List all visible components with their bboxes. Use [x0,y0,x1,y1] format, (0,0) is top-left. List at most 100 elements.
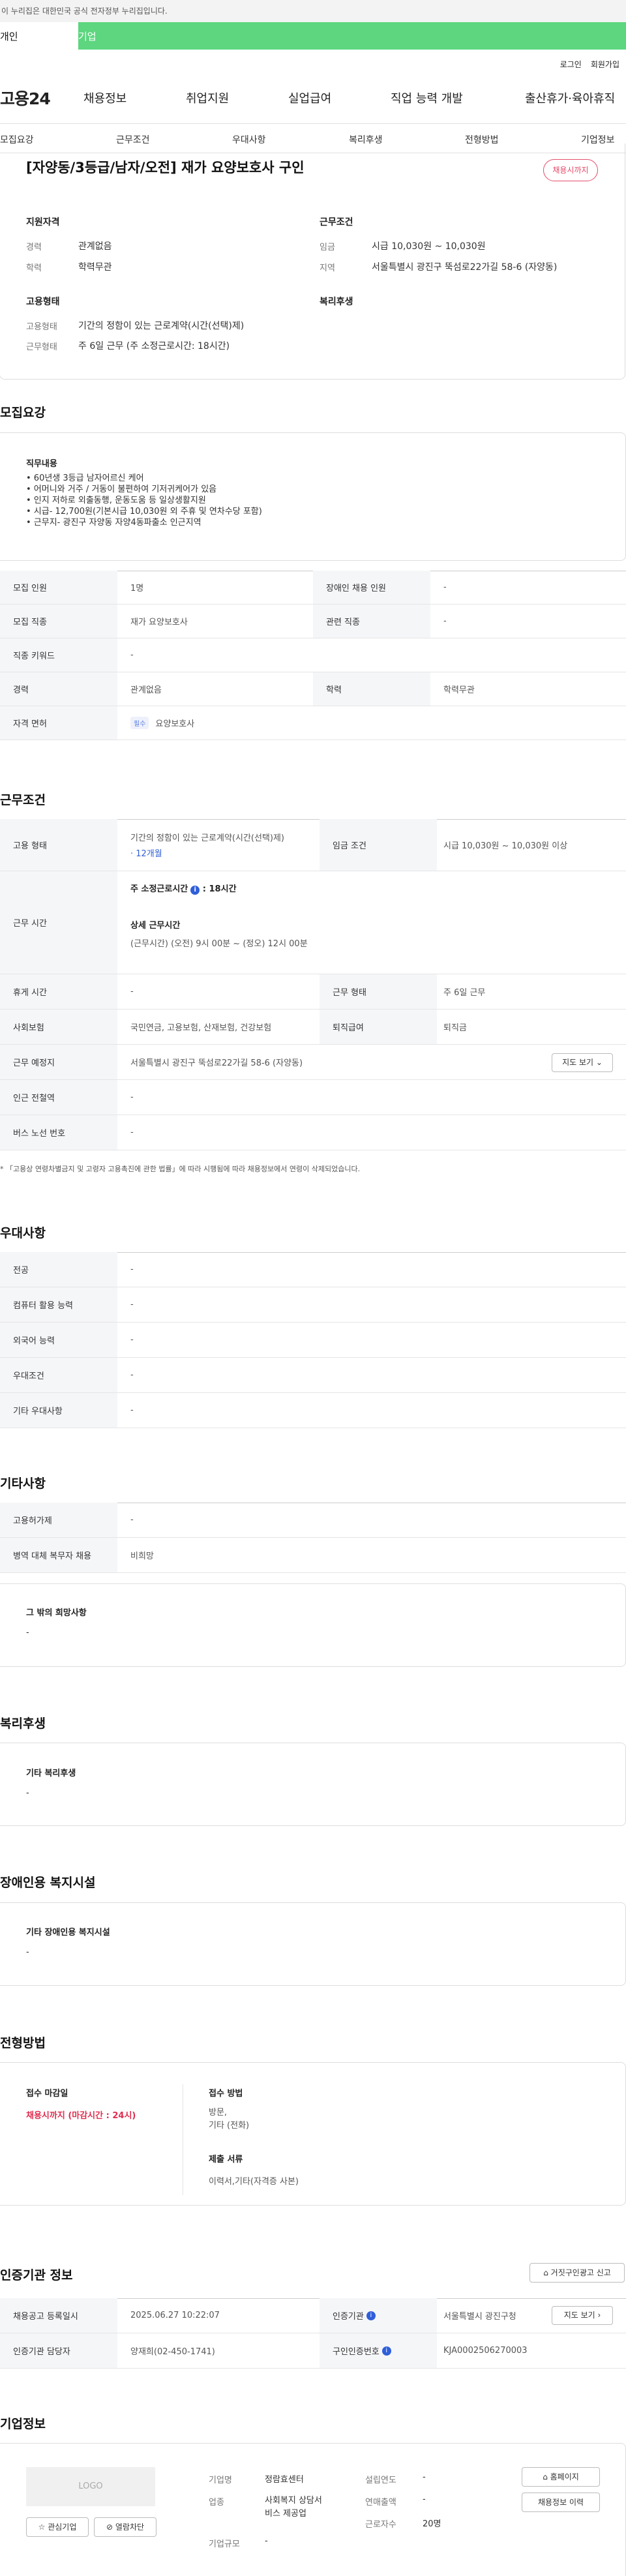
method-list: 방문, 기타 (전화) [209,2106,249,2133]
row-value: 2025.06.27 10:22:07 [130,2311,220,2320]
tab-company-label: 기업 [78,31,97,42]
table-row: 외국어 능력 - [0,1323,626,1358]
disabled-title: 장애인용 복지시설 [0,1876,96,1890]
signup-link[interactable]: 회원가입 [591,59,619,72]
table-row: 전공 - [0,1252,626,1287]
weekly-hours-label: 주 소정근로시간 [130,884,188,894]
founded-value: - [423,2472,426,2482]
method-item: 기타 (전화) [209,2121,250,2131]
map-button[interactable]: 지도 보기 ⌄ [552,1053,613,1072]
favorite-button-label: 관심기업 [48,2523,77,2532]
company-name-label: 기업명 [209,2476,232,2485]
employees-value: 20명 [423,2519,441,2529]
industry-line: 비스 제공업 [265,2509,306,2519]
homepage-button[interactable]: ⌂ 홈페이지 [522,2467,600,2487]
tab-company[interactable]: 기업 [78,22,626,50]
industry-line: 사회복지 상담서 [265,2496,322,2506]
table-row: 근무 예정지 서울특별시 광진구 뚝섬로22가길 58-6 (자양동) 지도 보… [0,1045,626,1080]
gnb-item-jobs[interactable]: 채용정보 [83,89,186,106]
block-button-label: 열람차단 [115,2523,145,2532]
site-logo[interactable]: 고용24 [0,86,83,110]
row-header: 사회보험 [0,1010,117,1044]
table-row: 고용허가제 - [0,1503,626,1538]
row-value: - [130,1405,134,1415]
gnb-item-benefit[interactable]: 실업급여 [288,89,391,106]
welfare-heading: 기타 복리후생 [26,1769,76,1778]
row-value: - [130,1265,134,1274]
area-value: 서울특별시 광진구 뚝섬로22가길 58-6 (자양동) [372,262,558,273]
emptype-label: 고용형태 [26,322,57,332]
work-heading: 근무조건 [320,217,353,228]
report-button[interactable]: ⌂ 거짓구인광고 신고 [529,2263,625,2283]
wage-label: 임금 [320,243,335,252]
duty-list: • 60년생 3등급 남자어르신 케어 • 어머니와 거주 / 거동이 불편하여… [26,473,262,528]
history-button[interactable]: 채용정보 이력 [522,2493,600,2512]
status-badge: 채용시까지 [543,159,598,181]
sales-label: 연매출액 [365,2498,396,2508]
table-row: 고용 형태 기간의 정함이 있는 근로계약(시간(선택)제) · 12개월 임금… [0,819,626,871]
row-value: - [130,1128,134,1137]
report-button-label: 거짓구인광고 신고 [550,2268,611,2277]
row-value: KJA0002506270003 [443,2346,528,2356]
gnb-item-leave[interactable]: 출산휴가·육아휴직 [525,89,615,106]
disabled-heading: 기타 장애인용 복지시설 [26,1928,110,1938]
row-header: 병역 대체 복무자 채용 [0,1538,117,1572]
row-value: - [130,1515,134,1525]
method-item: 방문, [209,2108,228,2118]
row-header: 근무 형태 [320,974,437,1009]
wish-heading: 그 밖의 희망사항 [26,1608,87,1618]
map-button-label: 지도 보기 [562,1058,594,1067]
row-value: - [130,987,134,996]
org-map-button[interactable]: 지도 보기 › [552,2306,613,2325]
company-name-value: 정람효센터 [265,2475,304,2485]
row-value: - [130,1370,134,1380]
info-icon[interactable]: i [381,2346,391,2356]
duty-heading: 직무내용 [26,459,57,469]
row-header: 근무 예정지 [0,1045,117,1079]
info-icon[interactable]: i [190,886,200,895]
row-header: 외국어 능력 [0,1323,117,1357]
favorite-button[interactable]: ☆ 관심기업 [26,2517,89,2537]
emp-period-value: · 12개월 [130,849,162,859]
employees-label: 근로자수 [365,2520,396,2530]
table-row: 우대조건 - [0,1358,626,1393]
gnb-item-support[interactable]: 취업지원 [186,89,288,106]
conditions-title: 근무조건 [0,793,46,807]
chevron-down-icon: ⌄ [595,1058,603,1067]
qual-heading: 지원자격 [26,217,60,228]
row-header: 근무 시간 [0,871,117,974]
prefer-title: 우대사항 [0,1226,46,1240]
table-row: 자격 면허 필수 요양보호사 [0,706,626,740]
welfare-box [0,1743,626,1826]
sales-value: - [423,2494,426,2504]
duty-line: • 시급- 12,700원(기본시급 10,030원 외 주휴 및 연차수당 포… [26,507,262,517]
row-value: 1명 [130,584,144,593]
row-header: 휴게 시간 [0,974,117,1009]
tab-personal[interactable]: 개인 [0,22,78,50]
row-header: 고용허가제 [0,1503,117,1537]
row-header: 인근 전철역 [0,1080,117,1115]
recruit-title: 모집요강 [0,406,46,420]
row-header: 채용공고 등록일시 [0,2298,117,2333]
row-value: - [443,582,447,592]
duty-line: • 인지 저하로 외출동행, 운동도움 등 일상생활지원 [26,496,206,505]
edu-value: 학력무관 [78,262,112,273]
area-label: 지역 [320,263,335,273]
login-link[interactable]: 로그인 [560,59,582,72]
gnb-item-training[interactable]: 직업 능력 개발 [391,89,525,106]
row-value: - [130,1300,134,1310]
selection-box [0,2062,626,2206]
cert-title: 인증기관 정보 [0,2268,73,2283]
block-button[interactable]: ⊘ 열람차단 [94,2517,156,2537]
row-value: 재가 요양보호사 [130,618,188,627]
info-icon[interactable]: i [366,2311,376,2320]
docs-heading: 제출 서류 [209,2155,243,2164]
company-title: 기업정보 [0,2417,46,2431]
disabled-box [0,1902,626,1986]
worktype-label: 근무형태 [26,342,57,352]
homepage-button-label: 홈페이지 [550,2472,579,2481]
detail-hours-heading: 상세 근무시간 [130,921,181,931]
map-button-label: 지도 보기 [563,2311,595,2320]
row-value: - [443,616,447,626]
wage-value: 시급 10,030원 ~ 10,030원 [372,241,486,252]
